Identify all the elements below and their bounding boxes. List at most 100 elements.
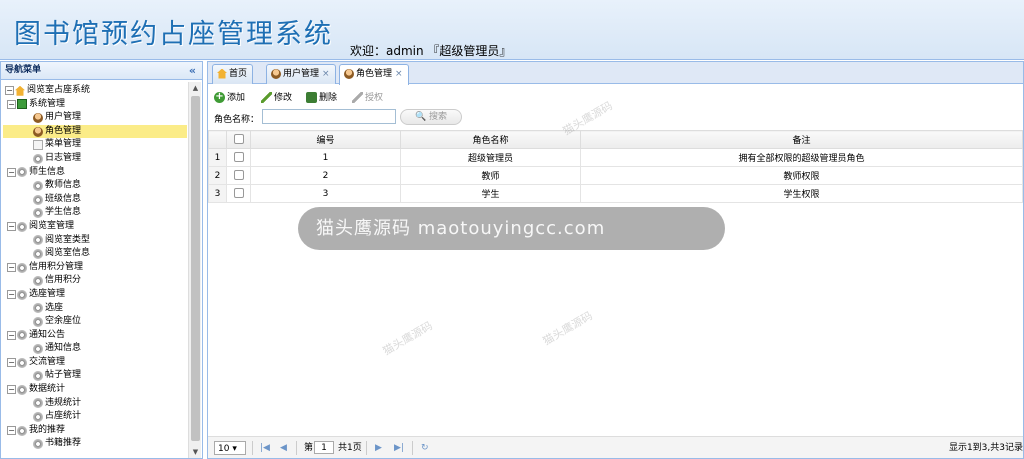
role-grid: 编号 角色名称 备注 1 1 超级管理员 拥有全部权限的超级管理员角色 2 2 教师 教师权限… [208,130,1023,203]
tree-item[interactable]: 阅览室信息 [3,247,187,261]
row-checkbox[interactable] [226,166,251,185]
delete-button[interactable]: 删除 [306,90,337,106]
tree-item-label: 占座统计 [45,411,82,422]
page-number-input[interactable]: 1 [314,441,334,455]
table-row[interactable]: 2 2 教师 教师权限 [208,166,1023,185]
scroll-up-icon[interactable]: ▲ [189,82,202,94]
row-checkbox[interactable] [226,184,251,203]
tree-item[interactable]: − 阅览室占座系统 [3,84,187,98]
tree-item[interactable]: 学生信息 [3,206,187,220]
toolbar: + 添加 修改 删除 授权 [208,90,1023,108]
close-icon[interactable]: × [395,69,403,79]
collapse-toggle-icon[interactable]: − [7,358,16,368]
tree-item[interactable]: − 系统管理 [3,98,187,112]
tree-item[interactable]: 教师信息 [3,179,187,193]
page-number-value[interactable]: 1 [314,441,334,454]
tree-item[interactable]: 占座统计 [3,410,187,424]
table-row[interactable]: 3 3 学生 学生权限 [208,184,1023,203]
tree-item-label: 教师信息 [45,180,82,191]
folder-icon [17,99,27,110]
authorize-button[interactable]: 授权 [352,90,383,106]
last-page-icon[interactable]: ▶| [394,441,404,455]
tree-item[interactable]: − 数据统计 [3,383,187,397]
scrollbar-thumb[interactable] [191,96,200,441]
row-checkbox[interactable] [226,148,251,167]
search-bar: 角色名称： 🔍 搜索 [214,109,474,127]
gear-icon [33,439,43,450]
tree-item-label: 阅览室类型 [45,234,91,245]
tree-item-label: 通知公告 [29,329,66,340]
tree-item[interactable]: 违规统计 [3,397,187,411]
row-number: 1 [208,148,227,167]
tree-item[interactable]: 角色管理 [3,124,187,139]
user-icon [271,68,281,79]
cell-name: 学生 [400,184,581,203]
tree-item[interactable]: 用户管理 [3,111,187,125]
gear-icon [33,235,43,246]
collapse-toggle-icon[interactable]: − [7,385,16,395]
collapse-toggle-icon[interactable]: − [7,263,16,273]
sidebar: 导航菜单 « − 阅览室占座系统 − 系统管理 用户管理 角色管理 菜单管理 日志管理 − 师生信… [0,61,203,459]
nav-tree: − 阅览室占座系统 − 系统管理 用户管理 角色管理 菜单管理 日志管理 − 师生信息 教师信息班级… [3,84,187,451]
gear-icon [33,316,43,327]
pencil-icon [352,92,363,103]
tab-user-management[interactable]: 用户管理 × [266,64,336,84]
prev-page-icon[interactable]: ◀ [280,441,287,455]
tree-item[interactable]: 书籍推荐 [3,437,187,451]
table-row[interactable]: 1 1 超级管理员 拥有全部权限的超级管理员角色 [208,148,1023,167]
tree-item[interactable]: − 选座管理 [3,288,187,302]
tree-item[interactable]: − 师生信息 [3,166,187,180]
cell-id: 1 [250,148,401,167]
collapse-toggle-icon[interactable]: − [5,86,14,96]
collapse-toggle-icon[interactable]: − [7,290,16,300]
tree-item[interactable]: − 阅览室管理 [3,220,187,234]
collapse-toggle-icon[interactable]: − [7,167,16,177]
collapse-toggle-icon[interactable]: − [7,222,16,232]
scroll-down-icon[interactable]: ▼ [189,446,202,458]
sidebar-scrollbar[interactable]: ▲ ▼ [188,82,201,458]
tree-item[interactable]: 信用积分 [3,274,187,288]
gear-icon [17,357,27,368]
tree-item[interactable]: − 信用积分管理 [3,261,187,275]
close-icon[interactable]: × [322,69,330,79]
edit-button[interactable]: 修改 [261,90,292,106]
delete-icon [306,92,317,103]
tree-item[interactable]: − 交流管理 [3,356,187,370]
column-header-remark[interactable]: 备注 [580,130,1023,149]
tree-item[interactable]: 选座 [3,302,187,316]
tree-item[interactable]: − 我的推荐 [3,424,187,438]
sidebar-header: 导航菜单 « [1,62,202,80]
next-page-icon[interactable]: ▶ [375,441,382,455]
collapse-toggle-icon[interactable]: − [7,426,16,436]
tree-item[interactable]: 通知信息 [3,342,187,356]
tree-item[interactable]: 空余座位 [3,315,187,329]
gear-icon [17,221,27,232]
tree-item[interactable]: − 通知公告 [3,329,187,343]
first-page-icon[interactable]: |◀ [260,441,270,455]
role-name-input[interactable] [262,109,396,124]
page-size-select[interactable]: 10 ▾ [214,441,246,455]
tree-item[interactable]: 阅览室类型 [3,234,187,248]
tree-item-label: 交流管理 [29,356,66,367]
cell-remark: 教师权限 [580,166,1023,185]
column-header-name[interactable]: 角色名称 [400,130,581,149]
role-icon [33,126,43,137]
gear-icon [17,289,27,300]
tree-item[interactable]: 班级信息 [3,193,187,207]
tab-home[interactable]: 首页 [212,64,254,84]
collapse-icon[interactable]: « [189,62,196,79]
search-button[interactable]: 🔍 搜索 [400,109,462,125]
select-all-checkbox[interactable] [226,130,251,149]
refresh-icon[interactable]: ↻ [421,441,429,455]
edit-label: 修改 [274,93,293,103]
add-button[interactable]: + 添加 [214,90,245,106]
collapse-toggle-icon[interactable]: − [7,330,16,340]
collapse-toggle-icon[interactable]: − [7,99,16,109]
tab-role-management[interactable]: 角色管理 × [339,64,409,85]
tree-item[interactable]: 菜单管理 [3,138,187,152]
tree-item[interactable]: 帖子管理 [3,369,187,383]
tree-item[interactable]: 日志管理 [3,152,187,166]
gear-icon [33,344,43,355]
column-header-id[interactable]: 编号 [250,130,401,149]
tree-item-label: 信用积分 [45,275,82,286]
